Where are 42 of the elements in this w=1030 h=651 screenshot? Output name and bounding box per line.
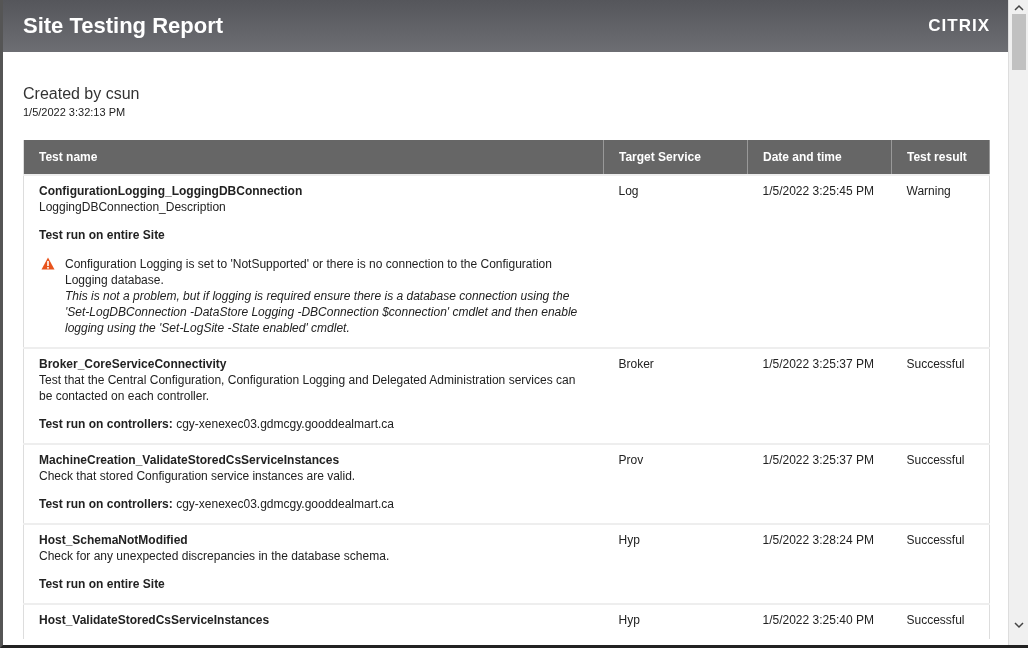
test-description: LoggingDBConnection_Description xyxy=(39,199,227,215)
table-cell: Warning xyxy=(891,175,990,348)
test-name: ConfigurationLogging_LoggingDBConnection xyxy=(39,183,304,199)
table-cell: 1/5/2022 3:28:24 PM xyxy=(747,524,892,604)
created-date: 1/5/2022 3:32:13 PM xyxy=(23,105,127,120)
warning-message: Configuration Logging is set to 'NotSupported' or there is no connection to the Configuration Logging database. xyxy=(65,256,553,288)
column-header: Test name xyxy=(23,140,604,175)
table-cell: Broker xyxy=(603,348,748,444)
column-header: Date and time xyxy=(747,140,892,175)
table-cell: Hyp xyxy=(603,524,748,604)
test-description: Check for any unexpected discrepancies in the database schema. xyxy=(39,548,391,564)
scrollbar-thumb[interactable] xyxy=(1011,14,1026,70)
column-header: Test result xyxy=(891,140,990,175)
test-name: MachineCreation_ValidateStoredCsServiceInstances xyxy=(39,452,341,468)
test-name: Broker_CoreServiceConnectivity xyxy=(39,356,228,372)
table-cell: Successful xyxy=(891,348,990,444)
table-cell: Hyp xyxy=(603,604,748,639)
table-cell: 1/5/2022 3:25:37 PM xyxy=(747,348,892,444)
test-description: Test that the Central Configuration, Configuration Logging and Delegated Administration services can be contacted on each controller. xyxy=(39,372,577,404)
warning-icon xyxy=(41,257,55,270)
test-name: Host_ValidateStoredCsServiceInstances xyxy=(39,612,271,628)
created-by-text: Created by csun xyxy=(23,86,141,102)
column-header: Target Service xyxy=(603,140,748,175)
scroll-down-icon[interactable] xyxy=(1013,621,1024,629)
test-scope: Test run on entire Site xyxy=(39,227,166,243)
table-cell: Successful xyxy=(891,604,990,639)
table-cell: Successful xyxy=(891,524,990,604)
table-cell: 1/5/2022 3:25:40 PM xyxy=(747,604,892,639)
table-cell: Log xyxy=(603,175,748,348)
scrollbar[interactable] xyxy=(1008,0,1028,645)
table-cell: Successful xyxy=(891,444,990,524)
test-scope: Test run on entire Site xyxy=(39,576,166,592)
table-cell: 1/5/2022 3:25:45 PM xyxy=(747,175,892,348)
logo: CITRIX xyxy=(928,18,990,34)
scroll-up-icon[interactable] xyxy=(1013,4,1024,12)
table-cell: 1/5/2022 3:25:37 PM xyxy=(747,444,892,524)
table-cell: Prov xyxy=(603,444,748,524)
warning-detail: This is not a problem, but if logging is required ensure there is a database connection using the 'Set-LogDBConnection -DataStore Logging -DBConnection $connection' cmdlet and then enable logging using the 'Set-LogSite -State enabled' cmdlet. xyxy=(65,288,579,336)
test-scope: Test run on controllers: cgy-xenexec03.gdmcgy.gooddealmart.ca xyxy=(39,416,396,432)
test-name: Host_SchemaNotModified xyxy=(39,532,189,548)
test-scope: Test run on controllers: cgy-xenexec03.gdmcgy.gooddealmart.ca xyxy=(39,496,396,512)
test-description: Check that stored Configuration service instances are valid. xyxy=(39,468,357,484)
